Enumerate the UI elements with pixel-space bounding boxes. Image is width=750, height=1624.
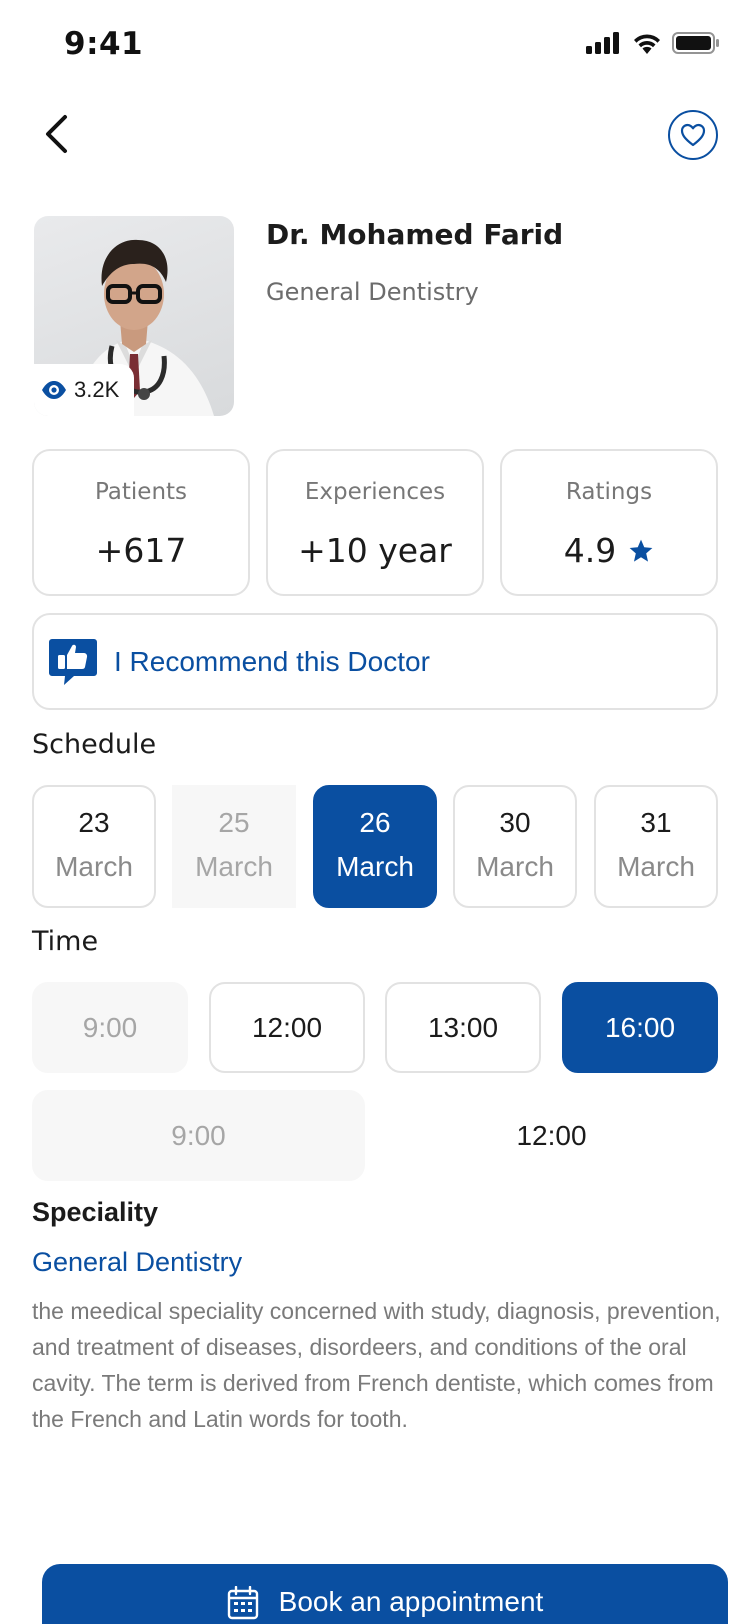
date-day: 30: [499, 807, 531, 838]
time-title: Time: [32, 926, 99, 957]
views-count: 3.2K: [74, 377, 120, 402]
time-slot[interactable]: 12:00: [385, 1090, 718, 1181]
date-chip[interactable]: 31 March: [594, 785, 718, 908]
recommend-label: I Recommend this Doctor: [114, 645, 430, 677]
stat-value-text: +10 year: [298, 531, 452, 570]
date-month: March: [55, 851, 133, 882]
battery-icon: [672, 32, 719, 54]
time-slot[interactable]: 13:00: [385, 982, 541, 1073]
doctor-name: Dr. Mohamed Farid: [266, 218, 564, 251]
stat-label: Ratings: [565, 479, 653, 505]
date-chip[interactable]: 30 March: [453, 785, 577, 908]
views-badge: 3.2K: [34, 364, 134, 416]
date-day: 25: [218, 807, 250, 838]
date-day: 31: [640, 807, 672, 838]
speciality-description: the meedical speciality concerned with s…: [32, 1298, 721, 1432]
date-month: March: [336, 851, 414, 882]
time-slot-selected[interactable]: 16:00: [562, 982, 718, 1073]
recommend-doctor-button[interactable]: I Recommend this Doctor: [32, 613, 718, 710]
stat-value-text: +617: [95, 531, 187, 570]
wifi-icon: [634, 34, 660, 54]
stat-label: Experiences: [304, 479, 446, 505]
favorite-button[interactable]: [668, 110, 718, 160]
stat-value: 4.9: [502, 531, 716, 570]
date-day: 26: [359, 807, 391, 838]
time-slot[interactable]: 12:00: [209, 982, 365, 1073]
date-chip[interactable]: 23 March: [32, 785, 156, 908]
stat-label: Patients: [94, 479, 188, 505]
calendar-icon: [227, 1586, 258, 1620]
date-month: March: [195, 851, 273, 882]
stat-card-ratings: Ratings 4.9: [500, 449, 718, 596]
thumbs-up-icon: [49, 638, 97, 685]
status-bar: 9:41: [0, 0, 750, 90]
status-icons: [586, 32, 720, 54]
status-time: 9:41: [64, 26, 144, 62]
time-slot-disabled: 9:00: [32, 982, 188, 1073]
book-appointment-label: Book an appointment: [278, 1586, 544, 1617]
stat-card-patients: Patients +617: [32, 449, 250, 596]
back-button[interactable]: [36, 110, 76, 158]
stat-value: +10 year: [268, 531, 482, 570]
heart-icon: [680, 123, 706, 147]
stat-card-experiences: Experiences +10 year: [266, 449, 484, 596]
speciality-heading: Speciality: [32, 1197, 159, 1227]
date-month: March: [476, 851, 554, 882]
doctor-specialty: General Dentistry: [266, 278, 479, 306]
book-appointment-button[interactable]: Book an appointment: [42, 1564, 728, 1624]
date-month: March: [617, 851, 695, 882]
doctor-photo: 3.2K: [34, 216, 234, 416]
star-icon: [629, 539, 653, 562]
schedule-title: Schedule: [32, 729, 157, 760]
back-arrow-icon: [46, 115, 67, 153]
speciality-name: General Dentistry: [32, 1247, 243, 1277]
date-chip-disabled: 25 March: [172, 785, 296, 908]
date-day: 23: [78, 807, 110, 838]
time-slot-disabled: 9:00: [32, 1090, 365, 1181]
stat-value-text: 4.9: [563, 531, 617, 570]
signal-icon: [586, 32, 619, 54]
stat-value: +617: [34, 531, 248, 570]
eye-icon: [42, 381, 66, 399]
date-chip-selected[interactable]: 26 March: [313, 785, 437, 908]
